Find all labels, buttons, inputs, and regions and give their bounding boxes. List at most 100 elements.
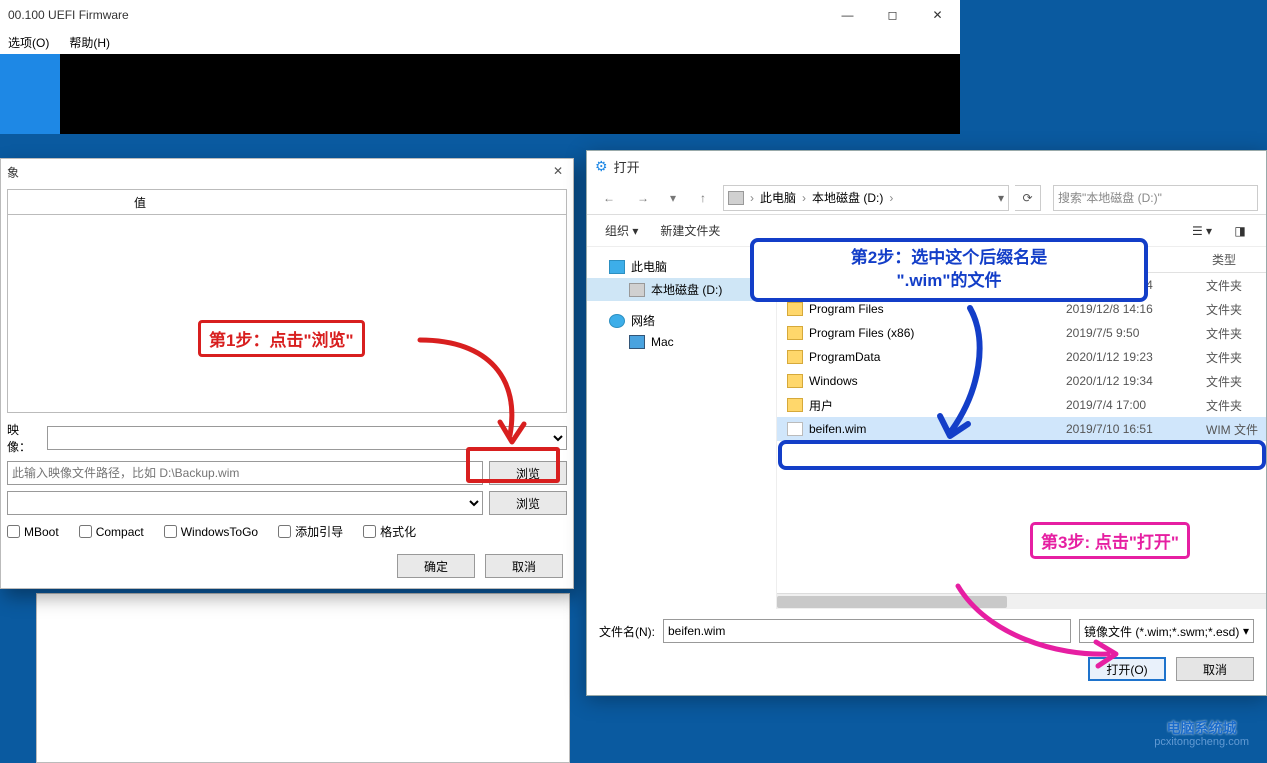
folder-row[interactable]: Program Files (x86)2019/7/5 9:50文件夹 bbox=[777, 321, 1266, 345]
folder-icon bbox=[787, 278, 803, 292]
chk-wmboot[interactable] bbox=[7, 525, 20, 538]
nav-history-button[interactable]: ▾ bbox=[663, 185, 683, 211]
breadcrumb-drive[interactable]: 本地磁盘 (D:) bbox=[812, 189, 883, 206]
mac-icon bbox=[629, 335, 645, 349]
menu-help[interactable]: 帮助(H) bbox=[63, 32, 116, 53]
tree-this-pc[interactable]: 此电脑 bbox=[587, 255, 776, 278]
breadcrumb-pc[interactable]: 此电脑 bbox=[760, 189, 796, 206]
folder-row[interactable]: Windows2020/1/12 19:34文件夹 bbox=[777, 369, 1266, 393]
folder-icon bbox=[787, 398, 803, 412]
chk-windowstogo[interactable] bbox=[164, 525, 177, 538]
row-name: PerfLogs bbox=[809, 278, 1066, 292]
folder-row[interactable]: 用户2019/7/4 17:00文件夹 bbox=[777, 393, 1266, 417]
folder-icon bbox=[787, 374, 803, 388]
nav-bar: ← → ▾ ↑ › 此电脑 › 本地磁盘 (D:) › ▾ ⟳ 搜索"本地磁盘 … bbox=[587, 181, 1266, 215]
toolbar-region bbox=[0, 54, 960, 134]
dialog-title-text: 象 bbox=[7, 164, 19, 181]
horizontal-scrollbar[interactable] bbox=[777, 593, 1266, 609]
nav-forward-button[interactable]: → bbox=[629, 185, 657, 211]
search-input[interactable]: 搜索"本地磁盘 (D:)" bbox=[1053, 185, 1258, 211]
chk-format[interactable] bbox=[363, 525, 376, 538]
chk-compact[interactable] bbox=[79, 525, 92, 538]
chk-addboot-label: 添加引导 bbox=[295, 523, 343, 540]
annotation-step1: 第1步：点击"浏览" bbox=[198, 320, 365, 357]
row-date: 2019/12/8 14:16 bbox=[1066, 302, 1206, 316]
refresh-button[interactable]: ⟳ bbox=[1015, 185, 1041, 211]
row-type: 文件夹 bbox=[1206, 301, 1266, 318]
folder-icon bbox=[787, 302, 803, 316]
browse-button-1[interactable]: 浏览 bbox=[489, 461, 567, 485]
row-name: beifen.wim bbox=[809, 422, 1066, 436]
window-titlebar: 00.100 UEFI Firmware — ◻ ✕ bbox=[0, 0, 960, 30]
close-button[interactable]: ✕ bbox=[915, 0, 960, 30]
menu-options[interactable]: 选项(O) bbox=[2, 32, 55, 53]
addr-dropdown-icon[interactable]: ▾ bbox=[998, 191, 1004, 205]
folder-row[interactable]: ProgramData2020/1/12 19:23文件夹 bbox=[777, 345, 1266, 369]
file-icon bbox=[787, 422, 803, 436]
row-type: WIM 文件 bbox=[1206, 421, 1266, 438]
nav-back-button[interactable]: ← bbox=[595, 185, 623, 211]
tree-drive-d[interactable]: 本地磁盘 (D:) bbox=[587, 278, 776, 301]
list-body bbox=[7, 215, 567, 413]
col-date[interactable]: 修改日期 bbox=[1066, 247, 1206, 272]
image-path-input[interactable] bbox=[7, 461, 483, 485]
browse-button-2[interactable]: 浏览 bbox=[489, 491, 567, 515]
row-type: 文件夹 bbox=[1206, 277, 1266, 294]
col-type[interactable]: 类型 bbox=[1206, 247, 1266, 272]
row-type: 文件夹 bbox=[1206, 397, 1266, 414]
close-icon[interactable]: ✕ bbox=[549, 162, 567, 180]
tree-mac[interactable]: Mac bbox=[587, 332, 776, 352]
folder-row[interactable]: Program Files2019/12/8 14:16文件夹 bbox=[777, 297, 1266, 321]
organize-menu[interactable]: 组织 ▾ bbox=[597, 219, 646, 242]
ok-button[interactable]: 确定 bbox=[397, 554, 475, 578]
row-name: Windows bbox=[809, 374, 1066, 388]
file-list: 名称 修改日期 类型 PerfLogs2015/7/10 19:04文件夹Pro… bbox=[777, 247, 1266, 609]
open-title-text: 打开 bbox=[614, 157, 640, 176]
filetype-text: 镜像文件 (*.wim;*.swm;*.esd) bbox=[1084, 623, 1239, 640]
folder-icon bbox=[787, 350, 803, 364]
drive-icon bbox=[728, 191, 744, 205]
col-name[interactable]: 名称 bbox=[777, 247, 1066, 272]
row-name: Program Files bbox=[809, 302, 1066, 316]
open-button[interactable]: 打开(O) bbox=[1088, 657, 1166, 681]
image-label: 映像： bbox=[7, 421, 41, 455]
row-type: 文件夹 bbox=[1206, 349, 1266, 366]
nav-up-button[interactable]: ↑ bbox=[689, 185, 717, 211]
row-date: 2019/7/5 9:50 bbox=[1066, 326, 1206, 340]
row-name: 用户 bbox=[809, 397, 1066, 414]
row-type: 文件夹 bbox=[1206, 373, 1266, 390]
filename-input[interactable] bbox=[663, 619, 1071, 643]
chk-addboot[interactable] bbox=[278, 525, 291, 538]
row-name: ProgramData bbox=[809, 350, 1066, 364]
file-row[interactable]: beifen.wim2019/7/10 16:51WIM 文件 bbox=[777, 417, 1266, 441]
uefi-firmware-window: 00.100 UEFI Firmware — ◻ ✕ 选项(O) 帮助(H) bbox=[0, 0, 960, 134]
view-mode-button[interactable]: ☰ ▾ bbox=[1186, 219, 1218, 243]
preview-pane-button[interactable]: ◨ bbox=[1224, 219, 1256, 243]
drive-icon bbox=[629, 283, 645, 297]
row-date: 2020/1/12 19:23 bbox=[1066, 350, 1206, 364]
open-cancel-button[interactable]: 取消 bbox=[1176, 657, 1254, 681]
new-folder-button[interactable]: 新建文件夹 bbox=[652, 219, 728, 242]
filename-label: 文件名(N): bbox=[599, 623, 655, 640]
options-row: MBoot Compact WindowsToGo 添加引导 格式化 bbox=[7, 523, 567, 540]
minimize-button[interactable]: — bbox=[825, 0, 870, 30]
folder-tree: 此电脑 本地磁盘 (D:) 网络 Mac bbox=[587, 247, 777, 609]
address-bar[interactable]: › 此电脑 › 本地磁盘 (D:) › ▾ bbox=[723, 185, 1009, 211]
folder-row[interactable]: PerfLogs2015/7/10 19:04文件夹 bbox=[777, 273, 1266, 297]
cancel-button[interactable]: 取消 bbox=[485, 554, 563, 578]
tree-network[interactable]: 网络 bbox=[587, 309, 776, 332]
chk-format-label: 格式化 bbox=[380, 523, 416, 540]
pc-icon bbox=[609, 260, 625, 274]
image-select-dialog: 象 ✕ 值 映像： 浏览 浏览 MBoot Compact WindowsToG… bbox=[0, 158, 574, 589]
chk-wtg-label: WindowsToGo bbox=[181, 525, 258, 539]
gear-icon: ⚙ bbox=[595, 158, 608, 175]
maximize-button[interactable]: ◻ bbox=[870, 0, 915, 30]
list-header: 值 bbox=[7, 189, 567, 215]
filetype-select[interactable]: 镜像文件 (*.wim;*.swm;*.esd)▾ bbox=[1079, 619, 1254, 643]
target-dropdown[interactable] bbox=[7, 491, 483, 515]
image-dropdown[interactable] bbox=[47, 426, 567, 450]
watermark: 电脑系统城 pcxitongcheng.com bbox=[1154, 721, 1249, 748]
file-open-dialog: ⚙ 打开 ← → ▾ ↑ › 此电脑 › 本地磁盘 (D:) › ▾ ⟳ 搜索"… bbox=[586, 150, 1267, 696]
folder-icon bbox=[787, 326, 803, 340]
row-date: 2019/7/4 17:00 bbox=[1066, 398, 1206, 412]
